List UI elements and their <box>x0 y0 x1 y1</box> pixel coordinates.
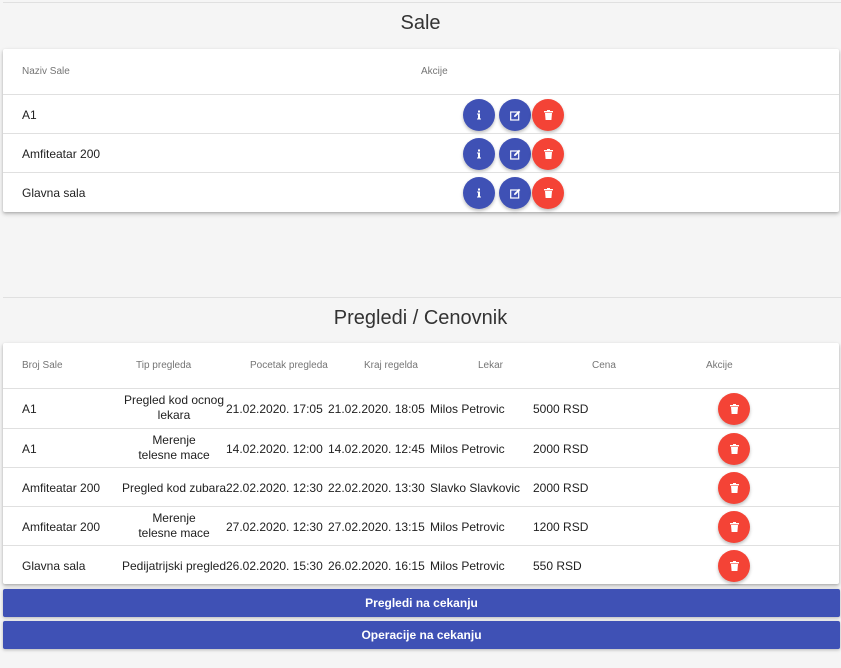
edit-button[interactable] <box>499 99 531 131</box>
section-divider <box>3 297 841 298</box>
room-name: Amfiteatar 200 <box>22 147 101 161</box>
delete-button[interactable] <box>718 433 750 465</box>
header-price: Cena <box>592 360 616 371</box>
exam-type: Merenje telesne mace <box>138 433 210 462</box>
end-time: 27.02.2020. 13:15 <box>328 520 425 534</box>
table-row: Amfiteatar 200 Merenje telesne mace 27.0… <box>3 506 839 545</box>
price: 5000 RSD <box>533 402 589 416</box>
pregledi-title: Pregledi / Cenovnik <box>333 307 508 329</box>
room-name: A1 <box>22 108 37 122</box>
edit-button[interactable] <box>499 177 531 209</box>
header-actions: Akcije <box>706 360 733 371</box>
price: 2000 RSD <box>533 442 589 456</box>
exam-type: Pregled kod zubara <box>121 481 227 495</box>
price: 550 RSD <box>533 559 582 573</box>
sale-table: Naziv Sale Akcije A1 Amfiteatar 200 Glav… <box>3 49 839 212</box>
room-number: Glavna sala <box>22 559 86 573</box>
table-row: Glavna sala <box>3 172 839 212</box>
trash-icon <box>729 561 739 571</box>
top-divider <box>3 2 841 3</box>
table-row: A1 Merenje telesne mace 14.02.2020. 12:0… <box>3 428 839 467</box>
delete-button[interactable] <box>532 177 564 209</box>
exam-type: Pedijatrijski pregled <box>121 559 227 573</box>
delete-button[interactable] <box>532 99 564 131</box>
sale-title: Sale <box>400 12 441 34</box>
exam-type: Pregled kod ocnog lekara <box>123 393 225 422</box>
info-button[interactable] <box>463 99 495 131</box>
pending-operations-button[interactable]: Operacije na cekanju <box>3 621 840 649</box>
doctor: Milos Petrovic <box>430 402 505 416</box>
delete-button[interactable] <box>718 393 750 425</box>
pregledi-table: Broj Sale Tip pregleda Pocetak pregleda … <box>3 343 839 584</box>
edit-icon <box>509 149 520 160</box>
delete-button[interactable] <box>718 511 750 543</box>
trash-icon <box>543 188 553 198</box>
info-icon <box>477 149 481 159</box>
room-number: A1 <box>22 442 37 456</box>
table-row: A1 Pregled kod ocnog lekara 21.02.2020. … <box>3 388 839 428</box>
exam-type: Merenje telesne mace <box>138 511 210 540</box>
trash-icon <box>543 149 553 159</box>
table-row: Amfiteatar 200 Pregled kod zubara 22.02.… <box>3 467 839 506</box>
edit-icon <box>509 188 520 199</box>
delete-button[interactable] <box>718 472 750 504</box>
trash-icon <box>543 110 553 120</box>
trash-icon <box>729 444 739 454</box>
info-icon <box>477 188 481 198</box>
delete-button[interactable] <box>532 138 564 170</box>
trash-icon <box>729 483 739 493</box>
doctor: Milos Petrovic <box>430 442 505 456</box>
info-button[interactable] <box>463 177 495 209</box>
header-end: Kraj regelda <box>364 360 418 371</box>
header-start: Pocetak pregleda <box>250 360 328 371</box>
edit-icon <box>509 110 520 121</box>
doctor: Milos Petrovic <box>430 520 505 534</box>
header-room-name: Naziv Sale <box>22 66 70 77</box>
room-number: Amfiteatar 200 <box>22 481 101 495</box>
header-doctor: Lekar <box>478 360 504 371</box>
start-time: 14.02.2020. 12:00 <box>226 442 323 456</box>
table-row: Glavna sala Pedijatrijski pregled 26.02.… <box>3 545 839 584</box>
end-time: 21.02.2020. 18:05 <box>328 402 425 416</box>
header-room-number: Broj Sale <box>22 360 63 371</box>
doctor: Slavko Slavkovic <box>430 481 521 495</box>
room-number: Amfiteatar 200 <box>22 520 101 534</box>
info-icon <box>477 110 481 120</box>
doctor: Milos Petrovic <box>430 559 505 573</box>
price: 2000 RSD <box>533 481 589 495</box>
end-time: 26.02.2020. 16:15 <box>328 559 425 573</box>
trash-icon <box>729 522 739 532</box>
start-time: 27.02.2020. 12:30 <box>226 520 323 534</box>
info-button[interactable] <box>463 138 495 170</box>
end-time: 14.02.2020. 12:45 <box>328 442 425 456</box>
end-time: 22.02.2020. 13:30 <box>328 481 425 495</box>
table-row: A1 <box>3 94 839 133</box>
room-number: A1 <box>22 402 37 416</box>
start-time: 26.02.2020. 15:30 <box>226 559 323 573</box>
start-time: 22.02.2020. 12:30 <box>226 481 323 495</box>
delete-button[interactable] <box>718 550 750 582</box>
pending-exams-button[interactable]: Pregledi na cekanju <box>3 589 840 617</box>
start-time: 21.02.2020. 17:05 <box>226 402 323 416</box>
edit-button[interactable] <box>499 138 531 170</box>
price: 1200 RSD <box>533 520 589 534</box>
trash-icon <box>729 404 739 414</box>
header-actions: Akcije <box>421 66 448 77</box>
header-exam-type: Tip pregleda <box>136 360 192 371</box>
table-row: Amfiteatar 200 <box>3 133 839 172</box>
room-name: Glavna sala <box>22 186 86 200</box>
